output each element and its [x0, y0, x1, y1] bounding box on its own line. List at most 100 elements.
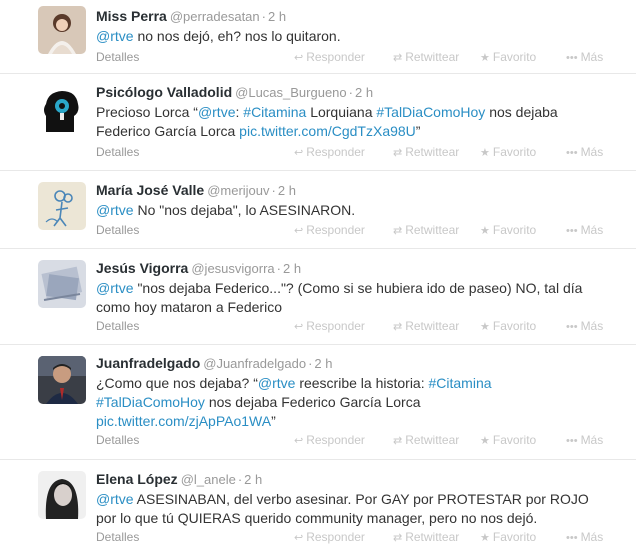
more-label: Más: [580, 319, 604, 333]
favorite-label: Favorito: [492, 319, 537, 333]
tweet-text-segment: ASESINABAN, del verbo asesinar. Por GAY …: [96, 491, 589, 526]
tweet-time[interactable]: 2 h: [355, 85, 373, 100]
details-link[interactable]: Detalles: [96, 50, 139, 64]
retweet-label: Retwittear: [405, 223, 460, 237]
more-button[interactable]: ••• Más: [566, 223, 603, 237]
details-link[interactable]: Detalles: [96, 223, 139, 237]
favorite-button[interactable]: ★ Favorito: [480, 319, 536, 333]
reply-button[interactable]: ↩ Responder: [294, 433, 365, 447]
retweet-button[interactable]: ⇄ Retwittear: [393, 223, 459, 237]
details-link[interactable]: Detalles: [96, 433, 139, 447]
favorite-button[interactable]: ★ Favorito: [480, 145, 536, 159]
tweet[interactable]: Jesús Vigorra @jesusvigorra · 2 h @rtve "no…: [0, 250, 636, 345]
tweet-fullname[interactable]: Elena López: [96, 471, 178, 487]
retweet-label: Retwittear: [405, 530, 460, 544]
avatar[interactable]: [38, 182, 86, 230]
reply-button[interactable]: ↩ Responder: [294, 530, 365, 544]
favorite-button[interactable]: ★ Favorito: [480, 433, 536, 447]
tweet-time[interactable]: 2 h: [244, 472, 262, 487]
tweet-username[interactable]: @merijouv: [207, 183, 269, 198]
tweet[interactable]: Juanfradelgado @Juanfradelgado · 2 h ¿Como …: [0, 346, 636, 460]
tweet-fullname[interactable]: Miss Perra: [96, 8, 167, 24]
more-button[interactable]: ••• Más: [566, 319, 603, 333]
star-icon: ★: [480, 435, 490, 447]
reply-label: Responder: [306, 319, 365, 333]
reply-arrow-icon: ↩: [294, 321, 304, 333]
avatar[interactable]: [38, 86, 86, 134]
tweet-time[interactable]: 2 h: [268, 9, 286, 24]
tweet[interactable]: María José Valle @merijouv · 2 h @rtve No "…: [0, 172, 636, 249]
retweet-icon: ⇄: [393, 532, 403, 544]
details-link[interactable]: Detalles: [96, 530, 139, 544]
hashtag-link[interactable]: #TalDiaComoHoy: [376, 104, 485, 120]
media-link[interactable]: pic.twitter.com/CgdTzXa98U: [239, 123, 416, 139]
hashtag-link[interactable]: #TalDiaComoHoy: [96, 394, 205, 410]
tweet-fullname[interactable]: Jesús Vigorra: [96, 260, 188, 276]
tweet[interactable]: Elena López @l_anele · 2 h @rtve ASESINABAN…: [0, 461, 636, 552]
avatar[interactable]: [38, 260, 86, 308]
retweet-button[interactable]: ⇄ Retwittear: [393, 433, 459, 447]
favorite-button[interactable]: ★ Favorito: [480, 50, 536, 64]
tweet-time[interactable]: 2 h: [314, 356, 332, 371]
retweet-label: Retwittear: [405, 50, 460, 64]
tweet-username[interactable]: @Juanfradelgado: [203, 356, 306, 371]
favorite-button[interactable]: ★ Favorito: [480, 223, 536, 237]
retweet-button[interactable]: ⇄ Retwittear: [393, 145, 459, 159]
reply-button[interactable]: ↩ Responder: [294, 50, 365, 64]
tweet-text-segment: nos dejaba Federico García Lorca: [204, 394, 421, 410]
tweet-time[interactable]: 2 h: [278, 183, 296, 198]
tweet-username[interactable]: @l_anele: [181, 472, 236, 487]
tweet[interactable]: Miss Perra @perradesatan · 2 h @rtve no nos…: [0, 0, 636, 74]
mention-link[interactable]: @rtve: [258, 375, 296, 391]
tweet-text: ¿Como que nos dejaba? “@rtve reescribe l…: [96, 374, 526, 431]
details-link[interactable]: Detalles: [96, 145, 139, 159]
retweet-button[interactable]: ⇄ Retwittear: [393, 50, 459, 64]
favorite-label: Favorito: [492, 50, 537, 64]
favorite-label: Favorito: [492, 145, 537, 159]
tweet-username[interactable]: @Lucas_Burgueno: [235, 85, 347, 100]
avatar[interactable]: [38, 471, 86, 519]
reply-button[interactable]: ↩ Responder: [294, 319, 365, 333]
more-button[interactable]: ••• Más: [566, 145, 603, 159]
more-button[interactable]: ••• Más: [566, 433, 603, 447]
tweet-fullname[interactable]: Psicólogo Valladolid: [96, 84, 232, 100]
retweet-button[interactable]: ⇄ Retwittear: [393, 319, 459, 333]
mention-link[interactable]: @rtve: [96, 28, 134, 44]
tweet[interactable]: Psicólogo Valladolid @Lucas_Burgueno · 2 h …: [0, 75, 636, 171]
star-icon: ★: [480, 52, 490, 64]
star-icon: ★: [480, 147, 490, 159]
favorite-label: Favorito: [492, 223, 537, 237]
tweet-username[interactable]: @jesusvigorra: [191, 261, 274, 276]
more-button[interactable]: ••• Más: [566, 530, 603, 544]
retweet-button[interactable]: ⇄ Retwittear: [393, 530, 459, 544]
tweet-text-segment: ”: [271, 413, 276, 429]
ellipsis-icon: •••: [566, 532, 578, 544]
media-link[interactable]: pic.twitter.com/zjApPAo1WA: [96, 413, 271, 429]
tweet-username[interactable]: @perradesatan: [170, 9, 260, 24]
avatar[interactable]: [38, 356, 86, 404]
tweet-text-segment: Lorquiana: [306, 104, 377, 120]
more-button[interactable]: ••• Más: [566, 50, 603, 64]
tweet-time[interactable]: 2 h: [283, 261, 301, 276]
favorite-label: Favorito: [492, 433, 537, 447]
hashtag-link[interactable]: #Citamina: [243, 104, 306, 120]
mention-link[interactable]: @rtve: [96, 280, 134, 296]
ellipsis-icon: •••: [566, 225, 578, 237]
star-icon: ★: [480, 225, 490, 237]
favorite-button[interactable]: ★ Favorito: [480, 530, 536, 544]
mention-link[interactable]: @rtve: [96, 202, 134, 218]
more-label: Más: [580, 50, 604, 64]
reply-label: Responder: [306, 433, 365, 447]
mention-link[interactable]: @rtve: [96, 491, 134, 507]
details-link[interactable]: Detalles: [96, 319, 139, 333]
tweet-fullname[interactable]: María José Valle: [96, 182, 204, 198]
more-label: Más: [580, 145, 604, 159]
avatar[interactable]: [38, 6, 86, 54]
tweet-text-segment: ¿Como que nos dejaba? “: [96, 375, 258, 391]
mention-link[interactable]: @rtve: [198, 104, 236, 120]
retweet-label: Retwittear: [405, 319, 460, 333]
tweet-fullname[interactable]: Juanfradelgado: [96, 355, 200, 371]
hashtag-link[interactable]: #Citamina: [429, 375, 492, 391]
reply-button[interactable]: ↩ Responder: [294, 145, 365, 159]
reply-button[interactable]: ↩ Responder: [294, 223, 365, 237]
